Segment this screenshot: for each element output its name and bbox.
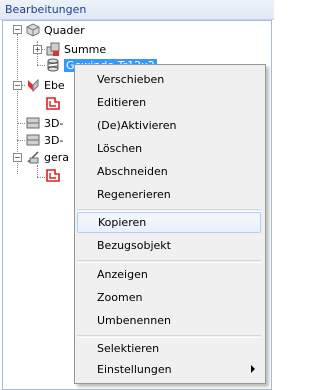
menu-item-einstellungen[interactable]: Einstellungen xyxy=(77,359,261,380)
menu-item-umbenennen[interactable]: Umbenennen xyxy=(77,310,261,331)
menu-item-deaktivieren[interactable]: (De)Aktivieren xyxy=(77,115,261,136)
menu-item-abschneiden[interactable]: Abschneiden xyxy=(77,161,261,182)
menu-item-anzeigen[interactable]: Anzeigen xyxy=(77,264,261,285)
tree-item-3d-1[interactable]: 3D- xyxy=(25,115,63,131)
tree-item-label: 3D- xyxy=(44,116,64,130)
tree-item-gerade[interactable]: gera xyxy=(25,149,69,165)
line-icon xyxy=(27,151,39,164)
plane-icon xyxy=(28,78,39,93)
expand-toggle[interactable]: − xyxy=(13,153,22,162)
tree-item-label: 3D- xyxy=(44,133,64,147)
tree-item-sketch-2[interactable] xyxy=(45,167,64,183)
panel-header: Bearbeitungen xyxy=(0,0,274,20)
menu-item-label: Einstellungen xyxy=(97,363,172,376)
tree-connector xyxy=(17,140,25,141)
tree-item-3d-2[interactable]: 3D- xyxy=(25,132,63,148)
menu-item-editieren[interactable]: Editieren xyxy=(77,92,261,113)
tree-item-label: gera xyxy=(44,150,70,164)
tree-item-sketch[interactable] xyxy=(45,95,64,111)
menu-item-verschieben[interactable]: Verschieben xyxy=(77,69,261,90)
surface-icon xyxy=(26,117,40,129)
tree-connector xyxy=(17,123,25,124)
menu-item-loeschen[interactable]: Löschen xyxy=(77,138,261,159)
tree-item-quader[interactable]: Quader xyxy=(25,22,85,38)
expand-toggle[interactable]: − xyxy=(13,25,22,34)
tree-item-summe[interactable]: Summe xyxy=(45,41,106,57)
menu-separator xyxy=(77,260,261,263)
submenu-arrow-icon xyxy=(251,365,255,373)
tree-item-label: Summe xyxy=(64,42,107,56)
menu-item-kopieren[interactable]: Kopieren xyxy=(77,212,261,233)
tree-item-label: Ebe xyxy=(44,78,65,92)
menu-item-zoomen[interactable]: Zoomen xyxy=(77,287,261,308)
thread-icon xyxy=(47,58,59,72)
sketch-icon xyxy=(46,169,60,182)
menu-item-regenerieren[interactable]: Regenerieren xyxy=(77,184,261,205)
tree-item-label: Quader xyxy=(44,23,85,37)
expand-toggle[interactable]: + xyxy=(33,45,42,54)
expand-toggle[interactable]: − xyxy=(13,81,22,90)
tree-connector xyxy=(37,165,38,177)
tree-item-ebene[interactable]: Ebe xyxy=(25,77,65,93)
context-menu: Verschieben Editieren (De)Aktivieren Lös… xyxy=(74,64,266,384)
menu-item-selektieren[interactable]: Selektieren xyxy=(77,338,261,359)
tree-connector xyxy=(37,65,45,66)
box-icon xyxy=(26,23,40,37)
surface-icon xyxy=(26,134,40,146)
sketch-icon xyxy=(46,97,60,110)
panel-title: Bearbeitungen xyxy=(5,3,87,16)
tree-connector xyxy=(37,177,45,178)
union-icon xyxy=(46,42,60,56)
menu-item-bezugsobjekt[interactable]: Bezugsobjekt xyxy=(77,235,261,256)
